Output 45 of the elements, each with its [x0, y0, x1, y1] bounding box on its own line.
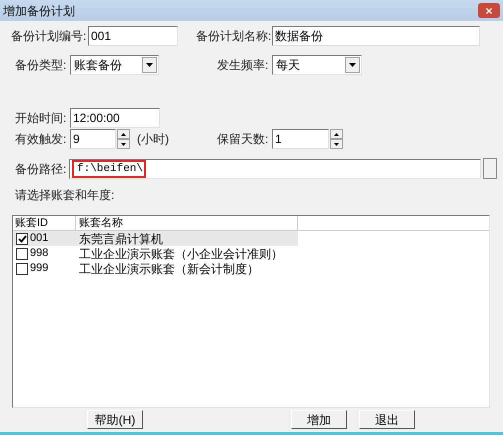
down-arrow-icon: [334, 142, 339, 146]
plan-name-field[interactable]: 数据备份: [272, 26, 480, 46]
up-arrow-icon: [121, 132, 126, 136]
close-button[interactable]: ×: [478, 3, 500, 18]
window-title: 增加备份计划: [3, 2, 75, 20]
browse-button[interactable]: [483, 158, 497, 179]
table-cell-text: 001: [30, 231, 50, 246]
path-text: f:\beifen\: [72, 160, 146, 178]
down-arrow-icon: [121, 142, 126, 146]
field-label: 备份类型:: [15, 57, 68, 74]
spinner-control[interactable]: [117, 129, 130, 149]
backup-path-field[interactable]: f:\beifen\: [69, 158, 481, 178]
dropdown-field[interactable]: 每天: [272, 55, 362, 75]
spinner-control[interactable]: [330, 129, 343, 149]
field-label: 备份计划名称:: [196, 28, 272, 45]
start-time-field[interactable]: 12:00:00: [70, 108, 160, 128]
table-cell-text: 工业企业演示账套（新会计制度）: [79, 260, 259, 278]
dialog-button[interactable]: 帮助(H): [87, 410, 143, 429]
column-header[interactable]: 账套名称: [76, 216, 298, 230]
keep-days-field[interactable]: 1: [272, 129, 329, 149]
checkbox[interactable]: [16, 248, 28, 260]
prompt-text: 请选择账套和年度:: [15, 187, 116, 204]
field-label: 保留天数:: [217, 131, 270, 148]
field-label: 有效触发:: [15, 131, 68, 148]
field-label: 备份计划编号:: [11, 28, 88, 45]
field-label: 开始时间:: [15, 110, 68, 127]
table-cell-text: 999: [30, 261, 50, 276]
field-label: (小时): [137, 131, 170, 148]
table-cell-text: 998: [30, 246, 50, 262]
dialog-button[interactable]: 增加: [291, 410, 347, 429]
checkbox[interactable]: [16, 262, 28, 274]
checkbox[interactable]: [16, 232, 28, 244]
table-cell-text: 东莞言鼎计算机: [79, 230, 163, 248]
field-label: 发生频率:: [217, 57, 270, 74]
column-header[interactable]: 账套ID: [13, 216, 76, 230]
dialog-button[interactable]: 退出: [359, 410, 415, 429]
list-row[interactable]: 999 工业企业演示账套（新会计制度）: [13, 261, 298, 276]
dropdown-field[interactable]: 账套备份: [70, 55, 159, 75]
list-row[interactable]: 001 东莞言鼎计算机: [13, 231, 298, 246]
up-arrow-icon: [334, 132, 339, 136]
trigger-hours-field[interactable]: 9: [70, 129, 116, 149]
field-label: 备份路径:: [15, 160, 68, 178]
table-cell-text: 工业企业演示账套（小企业会计准则）: [79, 246, 283, 262]
list-row[interactable]: 998 工业企业演示账套（小企业会计准则）: [13, 246, 298, 261]
plan-number-field[interactable]: 001: [88, 26, 178, 46]
